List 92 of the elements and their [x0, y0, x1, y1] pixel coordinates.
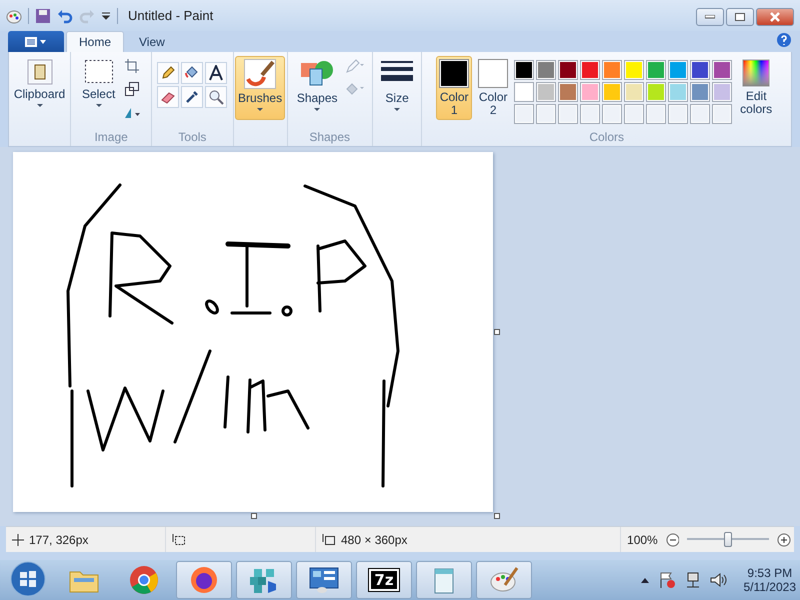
palette-color[interactable]	[602, 82, 622, 102]
drawing-canvas[interactable]	[13, 152, 493, 512]
palette-color[interactable]	[646, 82, 666, 102]
menu-icon	[25, 36, 47, 46]
group-label: Shapes	[308, 130, 352, 146]
tool-button[interactable]	[157, 62, 180, 84]
app-menu-button[interactable]	[8, 31, 64, 52]
resize-handle[interactable]	[494, 513, 500, 519]
dropdown-icon[interactable]	[101, 10, 111, 20]
brushes-button[interactable]: Brushes	[235, 56, 286, 120]
palette-color[interactable]	[668, 60, 688, 80]
palette-icon	[6, 8, 22, 24]
group-label: Colors	[588, 130, 626, 146]
chrome-icon	[129, 565, 159, 595]
palette-color[interactable]	[690, 60, 710, 80]
clock-date[interactable]: 5/11/2023	[744, 580, 796, 594]
palette-color[interactable]	[558, 82, 578, 102]
resize-icon	[125, 82, 140, 96]
select-button[interactable]: Select	[78, 56, 118, 120]
palette-color[interactable]	[690, 82, 710, 102]
palette-color[interactable]	[580, 60, 600, 80]
text-icon	[208, 65, 224, 81]
palette-color[interactable]	[624, 82, 644, 102]
zoom-out-icon[interactable]	[666, 532, 680, 546]
show-hidden-icons-icon[interactable]	[640, 576, 650, 584]
crop-icon	[125, 59, 140, 73]
pencil-outline-icon	[344, 58, 365, 74]
clipboard-button[interactable]: Clipboard	[10, 56, 68, 120]
palette-color[interactable]	[514, 60, 534, 80]
selection-icon	[84, 59, 114, 85]
palette-color[interactable]	[536, 82, 556, 102]
palette-color[interactable]	[536, 60, 556, 80]
flag-icon[interactable]	[658, 572, 676, 588]
palette-color[interactable]	[602, 60, 622, 80]
ribbon-tab[interactable]: View	[126, 31, 178, 52]
magnifier-icon	[208, 89, 224, 105]
palette-color[interactable]	[558, 60, 578, 80]
clock-time[interactable]: 9:53 PM	[747, 566, 792, 580]
palette-color[interactable]	[712, 82, 732, 102]
canvas-size: 480 × 360px	[341, 532, 408, 546]
size-button[interactable]: Size	[378, 56, 416, 120]
palette-color[interactable]	[624, 60, 644, 80]
tool-button[interactable]	[181, 62, 204, 84]
tool-button[interactable]	[181, 86, 204, 108]
palette-color[interactable]	[646, 60, 666, 80]
group-label: Image	[93, 130, 129, 146]
selection-size-icon	[172, 534, 186, 546]
edit-colors-button[interactable]: Edit colors	[735, 56, 778, 120]
resize-handle[interactable]	[494, 329, 500, 335]
taskbar-button[interactable]: 7z	[356, 561, 412, 599]
taskbar-button[interactable]	[176, 561, 232, 599]
shapes-button[interactable]: Shapes	[294, 56, 341, 120]
zoom-slider-thumb[interactable]	[724, 532, 732, 547]
cursor-position: 177, 326px	[29, 532, 88, 546]
fill-icon	[344, 81, 365, 97]
pencil-icon	[160, 65, 176, 81]
color-slot-button[interactable]: Color 2	[475, 56, 512, 120]
cursor-position-icon	[12, 534, 24, 546]
palette-color[interactable]	[580, 82, 600, 102]
palette-color[interactable]	[668, 82, 688, 102]
resize-handle[interactable]	[251, 513, 257, 519]
speaker-icon[interactable]	[710, 572, 728, 588]
group-label: Tools	[177, 130, 208, 146]
minimize-button[interactable]	[696, 8, 724, 26]
brush-icon	[244, 59, 276, 89]
zoom-in-icon[interactable]	[777, 532, 791, 546]
firefox-icon	[189, 565, 219, 595]
windows-logo-icon	[10, 560, 46, 596]
window-title: Untitled - Paint	[128, 8, 214, 23]
palette-color[interactable]	[712, 60, 732, 80]
clipboard-icon	[26, 59, 52, 85]
control-panel-icon	[308, 566, 340, 594]
color-slot-button[interactable]: Color 1	[436, 56, 472, 120]
close-button[interactable]	[756, 8, 794, 26]
undo-icon[interactable]	[57, 8, 73, 24]
taskbar-button[interactable]	[296, 561, 352, 599]
canvas-size-icon	[322, 534, 336, 546]
color-picker-icon	[184, 89, 200, 105]
tool-button[interactable]	[157, 86, 180, 108]
maximize-icon	[735, 13, 745, 21]
archive-app-label: 7z	[369, 569, 399, 591]
maximize-button[interactable]	[726, 8, 754, 26]
taskbar-button[interactable]	[236, 561, 292, 599]
help-icon[interactable]	[776, 32, 792, 48]
palette-color[interactable]	[514, 82, 534, 102]
tool-button[interactable]	[205, 62, 228, 84]
color-spectrum-icon	[742, 59, 770, 87]
ribbon-tab[interactable]: Home	[66, 31, 124, 52]
minimize-icon	[705, 15, 715, 19]
save-icon[interactable]	[35, 8, 51, 24]
zoom-percent: 100%	[627, 532, 658, 546]
close-icon	[770, 12, 780, 22]
